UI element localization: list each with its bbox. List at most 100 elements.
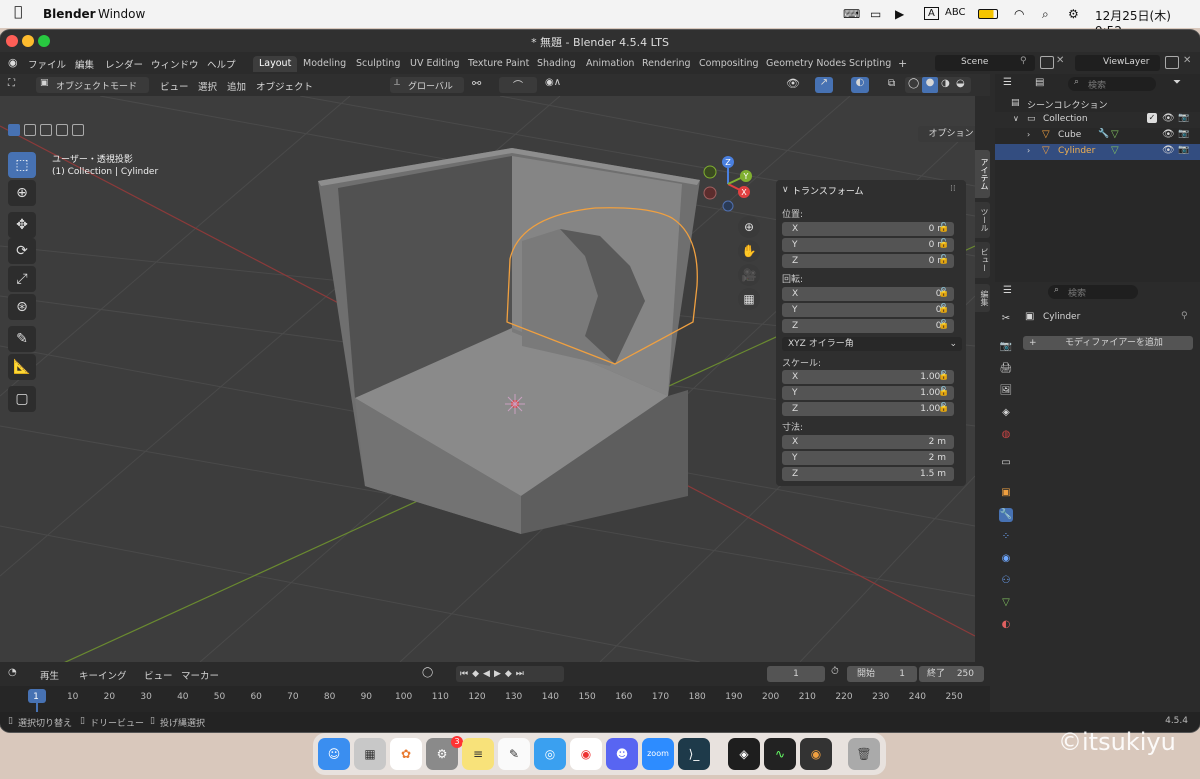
menu-edit[interactable]: 編集 [75, 57, 94, 71]
rotation-z-field[interactable]: Z 0° [782, 319, 954, 333]
select-box-tool[interactable]: ⬚ [8, 152, 36, 178]
outliner-row-collection[interactable]: ∨ ▭ Collection ✓ 👁 📷 [995, 112, 1200, 128]
timeline-menu-keying[interactable]: キーイング [79, 668, 127, 682]
scale-x-field[interactable]: X 1.000 [782, 370, 954, 384]
timeline-menu-playback[interactable]: 再生 [40, 668, 59, 682]
render-camera-icon[interactable]: 📷 [1178, 113, 1189, 123]
tab-rendering[interactable]: Rendering [636, 56, 697, 72]
media-play-icon[interactable]: ▶ [895, 7, 904, 21]
blender-logo-icon[interactable]: ◉ [8, 56, 18, 69]
display-mode-icon[interactable]: ▤ [1035, 77, 1044, 88]
rendered-shading-icon[interactable]: ◒ [956, 78, 965, 89]
notes-icon[interactable]: ≡ [462, 738, 494, 770]
spotlight-search-icon[interactable]: ⌕ [1042, 7, 1049, 22]
mode-selector[interactable]: ▣ オブジェクトモード [36, 77, 149, 93]
location-z-field[interactable]: Z0 m [782, 254, 954, 268]
perspective-toggle-icon[interactable]: ▦ [738, 288, 760, 310]
viewlayer-selector[interactable]: ViewLayer [1075, 55, 1160, 71]
textedit-icon[interactable]: ✎ [498, 738, 530, 770]
lock-location-y-icon[interactable]: 🔓 [938, 239, 949, 249]
object-properties-icon[interactable]: ▣ [999, 486, 1013, 500]
move-tool[interactable]: ✥ [8, 212, 36, 238]
tab-shading[interactable]: Shading [531, 56, 582, 72]
snap-icon[interactable]: ⌒ [499, 77, 537, 93]
visibility-icon[interactable]: 👁 [786, 77, 800, 90]
transform-orientation-selector[interactable]: ⟂ グローバル [390, 77, 464, 93]
view-layer-properties-icon[interactable]: 🖼 [999, 384, 1013, 398]
data-properties-icon[interactable]: ▽ [999, 596, 1013, 610]
sidebar-tab-edit[interactable]: 編集 [975, 284, 990, 312]
jump-end-icon[interactable]: ⏭ [516, 669, 528, 679]
activity-monitor-icon[interactable]: ∿ [764, 738, 796, 770]
battery-icon[interactable] [978, 9, 998, 19]
viewport-menu-add[interactable]: 追加 [227, 79, 246, 93]
start-frame-field[interactable]: 開始 1 [847, 666, 917, 682]
remove-scene-icon[interactable]: ✕ [1056, 55, 1064, 66]
gizmo-toggle-icon[interactable]: ↗ [815, 77, 833, 93]
dimensions-y-field[interactable]: Y 2 m [782, 451, 954, 465]
sidebar-tab-view[interactable]: ビュー [975, 242, 990, 278]
modifier-properties-icon[interactable]: 🔧 [999, 508, 1013, 522]
scale-z-field[interactable]: Z 1.000 [782, 402, 954, 416]
world-properties-icon[interactable]: ◍ [999, 428, 1013, 442]
3d-viewport[interactable]: ユーザー・透視投影 (1) Collection | Cylinder ⬚ ⊕ … [0, 96, 975, 662]
visibility-eye-icon[interactable]: 👁 [1162, 145, 1175, 156]
timeline-editor-type-icon[interactable]: ◔ [8, 667, 17, 678]
tab-geometry-nodes[interactable]: Geometry Nodes [760, 56, 852, 72]
scene-properties-icon[interactable]: ◈ [999, 406, 1013, 420]
scale-tool[interactable]: ⤢ [8, 266, 36, 292]
location-x-field[interactable]: X0 m [782, 222, 954, 236]
tab-animation[interactable]: Animation [580, 56, 640, 72]
filter-icon[interactable]: ⏷ [1173, 77, 1181, 88]
wireframe-shading-icon[interactable]: ◯ [908, 78, 919, 89]
discord-icon[interactable]: ☻ [606, 738, 638, 770]
lock-location-x-icon[interactable]: 🔓 [938, 223, 949, 233]
wifi-icon[interactable]: ◠ [1014, 7, 1024, 21]
tool-properties-icon[interactable]: ✂ [999, 312, 1013, 326]
sidebar-tab-item[interactable]: アイテム [975, 150, 990, 198]
tab-compositing[interactable]: Compositing [693, 56, 765, 72]
cursor-tool[interactable]: ⊕ [8, 180, 36, 206]
play-icon[interactable]: ▶ [494, 669, 505, 679]
tab-texture-paint[interactable]: Texture Paint [462, 56, 535, 72]
trash-icon[interactable]: 🗑 [848, 738, 880, 770]
scene-selector[interactable]: Scene ⚲ [935, 55, 1035, 71]
jump-start-icon[interactable]: ⏮ [460, 669, 472, 679]
rotation-mode-dropdown[interactable]: XYZ オイラー角 ⌄ [782, 337, 962, 351]
transform-tool[interactable]: ⊛ [8, 294, 36, 320]
timeline-menu-marker[interactable]: マーカー [181, 668, 219, 682]
lock-scale-y-icon[interactable]: 🔓 [938, 387, 949, 397]
viewport-menu-select[interactable]: 選択 [198, 79, 217, 93]
render-properties-icon[interactable]: 📷 [999, 340, 1013, 354]
rotation-y-field[interactable]: Y 0° [782, 303, 954, 317]
frame-ruler[interactable]: 1 10 20 30 40 50 60 70 80 90 100 110 120 130 140 150 160… [0, 686, 990, 712]
options-dropdown[interactable]: オプション [918, 126, 975, 142]
rotation-x-field[interactable]: X 0° [782, 287, 954, 301]
apple-icon[interactable]:  [14, 4, 22, 20]
render-camera-icon[interactable]: 📷 [1178, 129, 1189, 139]
remove-viewlayer-icon[interactable]: ✕ [1183, 55, 1191, 66]
terminal-app-icon[interactable]: ⟩_ [678, 738, 710, 770]
dimensions-x-field[interactable]: X 2 m [782, 435, 954, 449]
photos-icon[interactable]: ✿ [390, 738, 422, 770]
menu-file[interactable]: ファイル [28, 57, 66, 71]
visibility-eye-icon[interactable]: 👁 [1162, 129, 1175, 140]
pivot-point-icon[interactable]: ⚯ [472, 77, 481, 90]
end-frame-field[interactable]: 終了 250 [919, 666, 984, 682]
location-y-field[interactable]: Y0 m [782, 238, 954, 252]
blender-dock-icon[interactable]: ◉ [800, 738, 832, 770]
auto-keying-icon[interactable]: ◯ [422, 667, 433, 678]
menu-render[interactable]: レンダー [105, 57, 143, 71]
outliner-row-cube[interactable]: › ▽ Cube 🔧 ▽ 👁 📷 [995, 128, 1200, 144]
current-frame-field[interactable]: 1 [767, 666, 825, 682]
add-modifier-button[interactable]: + モディファイアーを追加 [1023, 336, 1193, 350]
screen-mirror-icon[interactable]: ▭ [870, 7, 881, 21]
output-properties-icon[interactable]: 🖨 [999, 362, 1013, 376]
annotate-tool[interactable]: ✎ [8, 326, 36, 352]
menubar-app-name[interactable]: Blender [43, 7, 96, 21]
sidebar-tab-tool[interactable]: ツール [975, 202, 990, 238]
lock-location-z-icon[interactable]: 🔓 [938, 255, 949, 265]
physics-properties-icon[interactable]: ◉ [999, 552, 1013, 566]
exclude-checkbox[interactable]: ✓ [1147, 113, 1157, 123]
viewport-menu-object[interactable]: オブジェクト [256, 79, 313, 93]
